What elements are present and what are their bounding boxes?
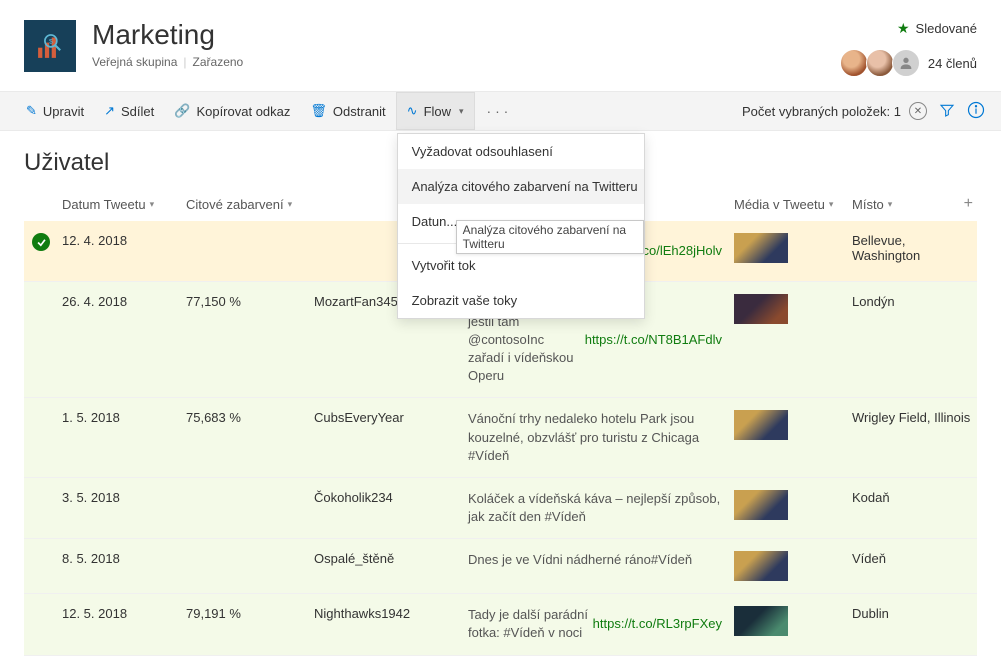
media-thumbnail[interactable] <box>734 294 788 324</box>
flow-dropdown: Vyžadovat odsouhlasení Analýza citového … <box>397 133 645 319</box>
media-thumbnail[interactable] <box>734 606 788 636</box>
media-thumbnail[interactable] <box>734 233 788 263</box>
cell-media <box>734 490 852 520</box>
column-header-date[interactable]: Datum Tweetu▾ <box>62 195 186 213</box>
tweet-link[interactable]: https://t.co/RL3rpFXey <box>593 615 722 633</box>
table-row[interactable]: 12. 5. 201879,191 %Nighthawks1942Tady je… <box>24 594 977 655</box>
clear-selection-button[interactable]: ✕ <box>909 102 927 120</box>
site-subtitle: Veřejná skupina|Zařazeno <box>92 55 243 69</box>
chevron-down-icon: ▾ <box>888 199 893 210</box>
more-button[interactable]: · · · <box>475 92 521 130</box>
cell-text: Dnes je ve Vídni nádherné ráno#Vídeň <box>468 551 734 569</box>
cell-place: Bellevue, Washington <box>852 233 977 263</box>
cell-place: Kodaň <box>852 490 977 505</box>
table-row[interactable]: 8. 5. 2018 Ospalé_štěněDnes je ve Vídni n… <box>24 539 977 594</box>
cell-date: 12. 5. 2018 <box>62 606 186 621</box>
link-icon: 🔗 <box>174 103 190 119</box>
cell-date: 3. 5. 2018 <box>62 490 186 505</box>
flow-menu-item[interactable]: Vyžadovat odsouhlasení <box>398 134 644 169</box>
column-header-place[interactable]: Místo▾ <box>852 195 964 213</box>
row-selected-check[interactable] <box>32 233 50 251</box>
cell-text: Vánoční trhy nedaleko hotelu Park jsou k… <box>468 410 734 465</box>
cell-user: CubsEveryYear <box>314 410 468 425</box>
media-thumbnail[interactable] <box>734 410 788 440</box>
members-display[interactable]: 24 členů <box>844 49 977 77</box>
chevron-down-icon: ▾ <box>459 106 464 117</box>
cell-sentiment: 79,191 % <box>186 606 314 621</box>
site-logo: $ <box>24 20 76 72</box>
follow-button[interactable]: ★ Sledované <box>897 20 977 37</box>
flow-button[interactable]: ∿Flow▾ Vyžadovat odsouhlasení Analýza ci… <box>396 92 475 130</box>
cell-date: 8. 5. 2018 <box>62 551 186 566</box>
delete-button[interactable]: 🗑Odstranit <box>300 92 395 130</box>
info-icon[interactable] <box>967 101 985 122</box>
cell-place: Dublin <box>852 606 977 621</box>
cell-place: Londýn <box>852 294 977 309</box>
site-header: $ Marketing Veřejná skupina|Zařazeno ★ S… <box>0 0 1001 91</box>
table-row[interactable]: 1. 5. 201875,683 %CubsEveryYearVánoční t… <box>24 398 977 478</box>
pencil-icon: ✎ <box>26 103 37 119</box>
table-row[interactable]: 3. 5. 2018 Čokoholik234Koláček a vídeňská… <box>24 478 977 539</box>
cell-media <box>734 606 852 636</box>
flow-icon: ∿ <box>407 103 418 119</box>
tweet-link[interactable]: https://t.co/NT8B1AFdlv <box>585 331 722 349</box>
page-title[interactable]: Marketing <box>92 20 243 51</box>
media-thumbnail[interactable] <box>734 490 788 520</box>
avatar-generic <box>892 49 920 77</box>
copy-link-button[interactable]: 🔗Kopírovat odkaz <box>164 92 300 130</box>
chevron-down-icon: ▾ <box>288 199 293 210</box>
command-bar: ✎Upravit ↗Sdílet 🔗Kopírovat odkaz 🗑Odstr… <box>0 91 1001 131</box>
cell-user: Nighthawks1942 <box>314 606 468 621</box>
tooltip: Analýza citového zabarvení na Twitteru <box>456 220 644 254</box>
filter-icon[interactable] <box>939 102 955 121</box>
cell-media <box>734 410 852 440</box>
column-header-sentiment[interactable]: Citové zabarvení▾ <box>186 195 314 213</box>
cell-media <box>734 551 852 581</box>
column-header-media[interactable]: Média v Tweetu▾ <box>734 195 852 213</box>
flow-menu-item[interactable]: Zobrazit vaše toky <box>398 283 644 318</box>
cell-date: 12. 4. 2018 <box>62 233 186 248</box>
edit-button[interactable]: ✎Upravit <box>16 92 94 130</box>
selected-count: Počet vybraných položek: 1 ✕ <box>742 102 927 120</box>
avatar <box>866 49 894 77</box>
cell-text: Tady je další parádní fotka: #Vídeň v no… <box>468 606 734 642</box>
svg-text:$: $ <box>49 38 53 45</box>
media-thumbnail[interactable] <box>734 551 788 581</box>
cell-place: Wrigley Field, Illinois <box>852 410 977 425</box>
chevron-down-icon: ▾ <box>150 199 155 210</box>
cell-media <box>734 233 852 263</box>
cell-sentiment: 75,683 % <box>186 410 314 425</box>
star-icon: ★ <box>897 20 910 37</box>
share-icon: ↗ <box>104 103 115 119</box>
cell-user: Ospalé_štěně <box>314 551 468 566</box>
flow-menu-item[interactable]: Analýza citového zabarvení na Twitteru <box>398 169 644 204</box>
cell-sentiment: 77,150 % <box>186 294 314 309</box>
chevron-down-icon: ▾ <box>829 199 834 210</box>
cell-text: Koláček a vídeňská káva – nejlepší způso… <box>468 490 734 526</box>
share-button[interactable]: ↗Sdílet <box>94 92 164 130</box>
trash-icon: 🗑 <box>310 103 327 119</box>
add-column-button[interactable]: + <box>964 195 977 213</box>
cell-place: Vídeň <box>852 551 977 566</box>
cell-date: 26. 4. 2018 <box>62 294 186 309</box>
cell-date: 1. 5. 2018 <box>62 410 186 425</box>
cell-media <box>734 294 852 324</box>
cell-user: Čokoholik234 <box>314 490 468 505</box>
avatar <box>840 49 868 77</box>
